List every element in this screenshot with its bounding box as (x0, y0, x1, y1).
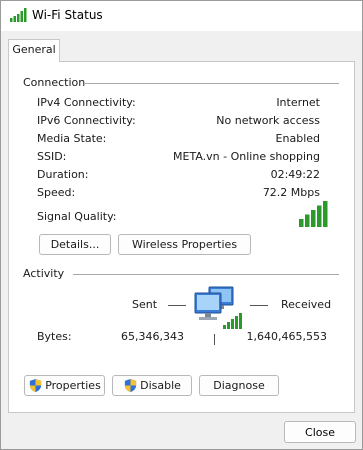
received-dash (250, 305, 268, 306)
signal-bar (299, 219, 304, 227)
details-button[interactable]: Details... (39, 234, 111, 255)
signal-strength-icon (299, 201, 328, 227)
wireless-properties-button[interactable]: Wireless Properties (118, 234, 251, 255)
signal-bar (305, 214, 310, 227)
bytes-sent-value: 65,346,343 (121, 330, 184, 343)
signal-bar (323, 201, 328, 227)
disable-button[interactable]: Disable (112, 375, 192, 396)
activity-heading: Activity (23, 267, 65, 280)
sent-label: Sent (132, 298, 158, 311)
duration-value: 02:49:22 (270, 168, 320, 181)
signal-quality-label: Signal Quality: (37, 210, 117, 223)
window-title: Wi-Fi Status (32, 8, 103, 22)
received-label: Received (281, 298, 332, 311)
media-state-value: Enabled (275, 132, 320, 145)
activity-divider (73, 274, 339, 275)
diagnose-button[interactable]: Diagnose (199, 375, 279, 396)
title-bar[interactable]: Wi-Fi Status (1, 1, 362, 31)
bytes-label: Bytes: (37, 330, 72, 343)
speed-label: Speed: (37, 186, 76, 199)
ipv4-label: IPv4 Connectivity: (37, 96, 136, 109)
tab-general[interactable]: General (8, 39, 60, 62)
close-button[interactable]: Close (284, 421, 356, 443)
properties-button[interactable]: Properties (24, 375, 105, 396)
connection-heading: Connection (23, 76, 86, 89)
ipv6-value: No network access (216, 114, 320, 127)
sent-dash (168, 305, 186, 306)
signal-bar (311, 210, 316, 227)
disable-button-label: Disable (140, 379, 181, 392)
tab-strip: General (1, 31, 362, 62)
network-computers-icon (194, 286, 242, 329)
ipv6-label: IPv6 Connectivity: (37, 114, 136, 127)
media-state-label: Media State: (37, 132, 107, 145)
ipv4-value: Internet (276, 96, 320, 109)
duration-label: Duration: (37, 168, 89, 181)
wifi-signal-icon (10, 8, 27, 22)
signal-bar (317, 205, 322, 227)
ssid-value: META.vn - Online shopping (173, 150, 320, 163)
bytes-separator (214, 334, 215, 345)
bytes-received-value: 1,640,465,553 (246, 330, 327, 343)
speed-value: 72.2 Mbps (262, 186, 320, 199)
properties-button-label: Properties (45, 379, 101, 392)
uac-shield-icon (30, 378, 42, 393)
general-panel: Connection IPv4 Connectivity: Internet I… (8, 61, 355, 413)
connection-divider (85, 83, 339, 84)
uac-shield-icon (124, 378, 137, 393)
ssid-label: SSID: (37, 150, 67, 163)
wifi-status-window: Wi-Fi Status General Connection IPv4 Con… (0, 0, 363, 450)
